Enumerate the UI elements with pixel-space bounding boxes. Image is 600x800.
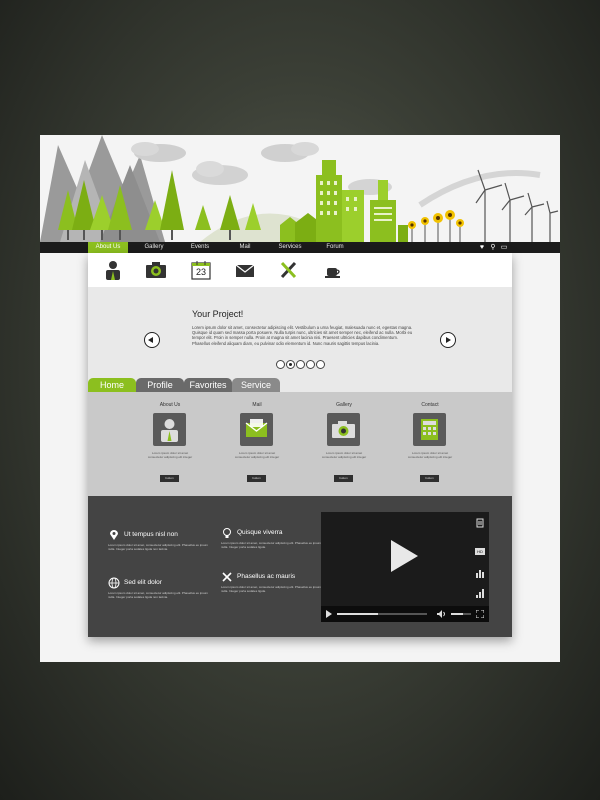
- slider-dot[interactable]: [296, 360, 305, 369]
- feature-text: Lorem ipsum dolor sit amet consectetur a…: [321, 451, 367, 459]
- feature-button[interactable]: button: [334, 475, 353, 482]
- feature-text: Lorem ipsum dolor sit amet consectetur a…: [407, 451, 453, 459]
- tab-favorites[interactable]: Favorites: [184, 378, 232, 392]
- hero-illustration: [40, 135, 560, 242]
- video-controls: [321, 606, 489, 622]
- slider-dot[interactable]: [316, 360, 325, 369]
- website-template: About Us Gallery Events Mail Services Fo…: [40, 135, 560, 662]
- person-icon[interactable]: [153, 413, 186, 446]
- info-title: Quisque viverra: [237, 529, 283, 536]
- hero-slider: Your Project! Lorem ipsum dolor sit amet…: [88, 287, 512, 377]
- lightbulb-icon: [223, 528, 231, 538]
- eco-city-illustration: [40, 135, 559, 242]
- volume-track[interactable]: [451, 613, 471, 615]
- info-text: Lorem ipsum dolor sit amet, consectetur …: [221, 541, 321, 549]
- hd-badge[interactable]: HD: [475, 548, 485, 555]
- video-player[interactable]: HD: [321, 512, 489, 622]
- feature-title: Contact: [421, 402, 439, 408]
- tab-service[interactable]: Service: [232, 378, 280, 392]
- play-small-icon[interactable]: [325, 610, 333, 618]
- info-section: Ut tempus nisl non Lorem ipsum dolor sit…: [88, 496, 512, 637]
- nav-forum[interactable]: Forum: [318, 242, 352, 253]
- feature-gallery: Gallery Lorem ipsum dolor sit amet conse…: [309, 392, 379, 496]
- info-text: Lorem ipsum dolor sit amet, consectetur …: [221, 585, 321, 593]
- info-title: Ut tempus nisl non: [124, 531, 178, 538]
- slider-dot-active[interactable]: [286, 360, 295, 369]
- feature-text: Lorem ipsum dolor sit amet consectetur a…: [234, 451, 280, 459]
- video-screen[interactable]: HD: [321, 512, 489, 606]
- camera-icon[interactable]: [145, 260, 167, 280]
- fullscreen-icon[interactable]: [476, 610, 484, 618]
- volume-fill: [451, 613, 463, 615]
- slider-dots: [276, 360, 325, 370]
- nav-services[interactable]: Services: [270, 242, 310, 253]
- calendar-day: 23: [195, 267, 206, 277]
- slide-text: Lorem ipsum dolor sit amet, consectetur …: [192, 325, 413, 346]
- feature-section: About Us Lorem ipsum dolor sit amet cons…: [88, 392, 512, 496]
- feature-contact: Contact Lorem ipsum dolor sit amet conse…: [395, 392, 465, 496]
- map-pin-icon: [110, 530, 118, 540]
- info-title: Sed elit dolor: [124, 579, 162, 586]
- tab-bar: Home Profile Favorites Service: [88, 377, 512, 392]
- slider-next-button[interactable]: [440, 332, 456, 348]
- signal-icon[interactable]: [475, 588, 485, 598]
- equalizer-icon[interactable]: [475, 568, 485, 578]
- slide-title: Your Project!: [192, 309, 244, 319]
- mail-icon[interactable]: [240, 413, 273, 446]
- feature-title: About Us: [159, 402, 181, 408]
- chat-icon[interactable]: ▭: [500, 243, 508, 252]
- top-icon-row: 23: [88, 253, 512, 287]
- nav-events[interactable]: Events: [180, 242, 220, 253]
- tools-icon: [222, 572, 232, 582]
- nav-mail[interactable]: Mail: [228, 242, 262, 253]
- info-text: Lorem ipsum dolor sit amet, consectetur …: [108, 591, 208, 599]
- nav-about-us[interactable]: About Us: [88, 242, 128, 253]
- person-icon[interactable]: [102, 260, 124, 280]
- feature-about-us: About Us Lorem ipsum dolor sit amet cons…: [135, 392, 205, 496]
- calendar-icon[interactable]: 23: [190, 260, 212, 280]
- info-title: Phasellus ac mauris: [237, 573, 296, 580]
- feature-button[interactable]: button: [420, 475, 439, 482]
- slider-dot[interactable]: [276, 360, 285, 369]
- feature-button[interactable]: button: [247, 475, 266, 482]
- globe-icon: [108, 577, 120, 589]
- feature-mail: Mail Lorem ipsum dolor sit amet consecte…: [222, 392, 292, 496]
- search-icon[interactable]: ⚲: [489, 243, 497, 252]
- tab-home[interactable]: Home: [88, 378, 136, 392]
- feature-title: Mail: [252, 402, 262, 408]
- mail-icon[interactable]: [234, 260, 256, 280]
- slider-prev-button[interactable]: [144, 332, 160, 348]
- tools-icon[interactable]: [278, 260, 300, 280]
- main-nav: About Us Gallery Events Mail Services Fo…: [40, 242, 560, 253]
- progress-fill: [337, 613, 378, 615]
- info-text: Lorem ipsum dolor sit amet, consectetur …: [108, 543, 208, 551]
- feature-title: Gallery: [336, 402, 352, 408]
- nav-gallery[interactable]: Gallery: [136, 242, 172, 253]
- volume-icon[interactable]: [437, 610, 446, 618]
- content-card: 23 Your Project! Lorem ipsum dolor sit a…: [88, 253, 512, 637]
- progress-track[interactable]: [337, 613, 427, 615]
- coffee-icon[interactable]: [322, 260, 344, 280]
- slider-dot[interactable]: [306, 360, 315, 369]
- play-icon[interactable]: [391, 540, 418, 572]
- feature-button[interactable]: button: [160, 475, 179, 482]
- calculator-icon[interactable]: [413, 413, 446, 446]
- camera-icon[interactable]: [327, 413, 360, 446]
- feature-text: Lorem ipsum dolor sit amet consectetur a…: [147, 451, 193, 459]
- heart-icon[interactable]: ♥: [478, 243, 486, 252]
- menu-icon[interactable]: [475, 518, 485, 528]
- tab-profile[interactable]: Profile: [136, 378, 184, 392]
